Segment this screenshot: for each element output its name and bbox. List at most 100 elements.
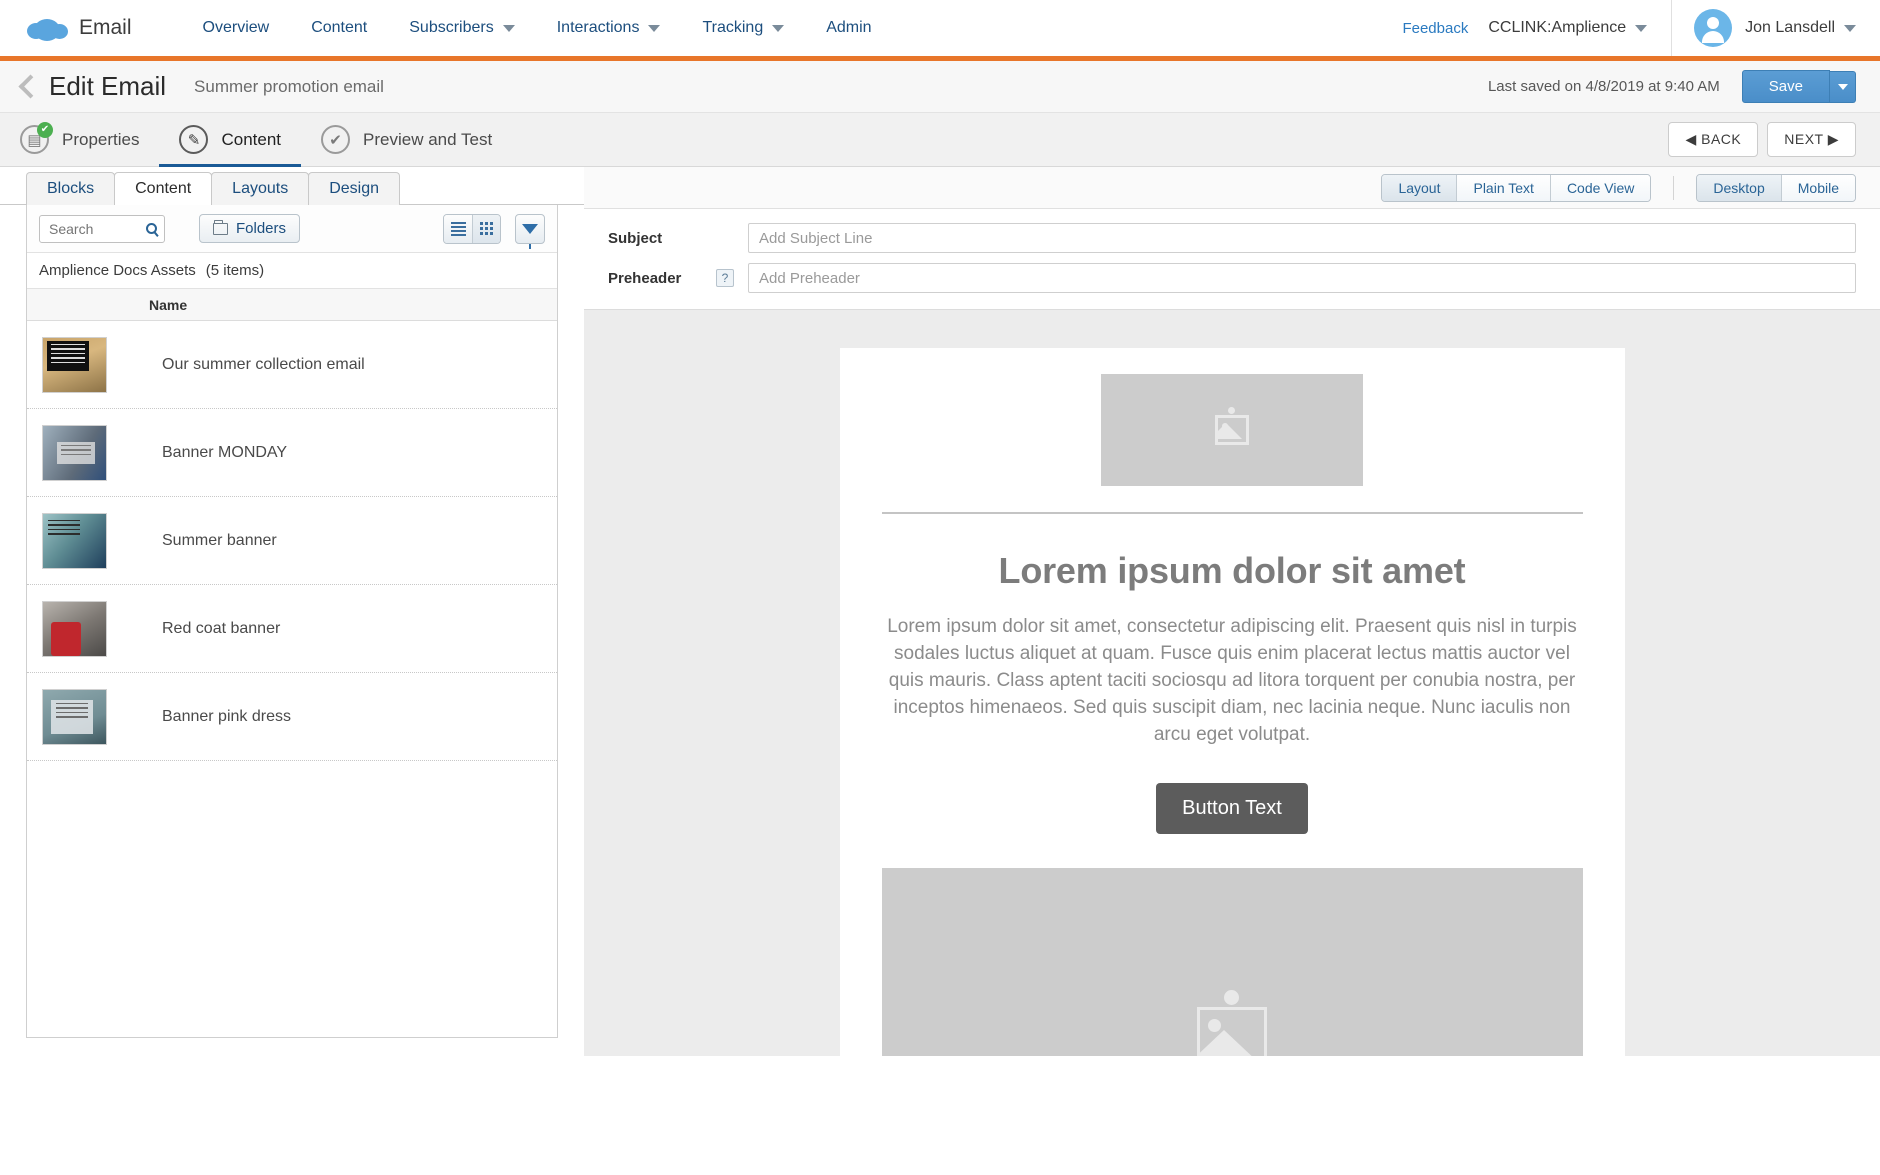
list-item[interactable]: Summer banner [27, 497, 557, 585]
next-button[interactable]: NEXT ▶ [1767, 122, 1856, 157]
page-subtitle: Summer promotion email [194, 76, 384, 96]
wizard-step-label: Properties [62, 129, 140, 149]
page-header-actions: Last saved on 4/8/2019 at 9:40 AM Save [1488, 70, 1880, 103]
device-mobile[interactable]: Mobile [1780, 174, 1855, 201]
grid-view-icon[interactable] [472, 214, 500, 243]
image-placeholder-top[interactable] [1101, 374, 1363, 486]
chevron-down-icon [502, 24, 515, 32]
wizard-step-properties[interactable]: ▤ ✔ Properties [0, 113, 159, 167]
tab-content[interactable]: Content [114, 172, 213, 205]
chevron-down-icon [1844, 24, 1856, 32]
brand[interactable]: Email [26, 14, 132, 42]
subject-row: Subject [608, 223, 1856, 253]
view-toggle [443, 213, 501, 244]
wizard-nav-buttons: ◀ BACK NEXT ▶ [1668, 122, 1880, 157]
save-button[interactable]: Save [1741, 70, 1830, 103]
email-cta-button[interactable]: Button Text [1156, 782, 1308, 834]
image-placeholder-bottom[interactable] [881, 867, 1583, 1056]
page-header: Edit Email Summer promotion email Last s… [0, 61, 1880, 113]
chevron-down-icon [772, 24, 785, 32]
email-editor-panel: Layout Plain Text Code View Desktop Mobi… [584, 167, 1880, 1056]
tab-layouts[interactable]: Layouts [211, 172, 310, 205]
search-input[interactable] [47, 219, 143, 238]
editor-toolbar: Layout Plain Text Code View Desktop Mobi… [584, 167, 1880, 209]
search-icon[interactable] [146, 223, 157, 234]
asset-name: Summer banner [162, 531, 277, 549]
toolbar-divider [1673, 175, 1675, 200]
email-body-text[interactable]: Lorem ipsum dolor sit amet, consectetur … [882, 614, 1583, 749]
asset-thumbnail [42, 688, 107, 745]
content-panel-body: Folders Amp [26, 205, 558, 1038]
nav-item-tracking[interactable]: Tracking [681, 0, 805, 56]
cloud-logo-icon [26, 14, 70, 42]
list-item[interactable]: Red coat banner [27, 585, 557, 673]
subject-preheader-form: Subject Preheader ? [584, 209, 1880, 310]
view-controls [443, 213, 545, 249]
folder-icon [213, 219, 228, 235]
wizard-step-content[interactable]: ✎ Content [159, 113, 301, 168]
check-badge-icon: ✔ [37, 122, 53, 138]
tab-label: Layouts [232, 180, 289, 197]
asset-thumbnail [42, 424, 107, 481]
asset-thumbnail [42, 336, 107, 393]
list-item[interactable]: Banner pink dress [27, 673, 557, 761]
save-dropdown-button[interactable] [1830, 70, 1856, 103]
tab-blocks[interactable]: Blocks [26, 172, 116, 205]
top-navigation-bar: Email Overview Content Subscribers Inter… [0, 0, 1880, 56]
view-mode-layout[interactable]: Layout [1382, 174, 1457, 201]
nav-item-label: Subscribers [409, 19, 494, 36]
view-mode-code-view[interactable]: Code View [1549, 174, 1651, 201]
wizard-step-preview-and-test[interactable]: ✔ Preview and Test [301, 113, 512, 167]
subject-input[interactable] [748, 223, 1856, 253]
user-name: Jon Lansdell [1745, 19, 1835, 36]
nav-item-label: Overview [202, 19, 270, 36]
divider [881, 512, 1583, 514]
top-nav-right: Feedback CCLINK:Amplience Jon Lansdell [1402, 0, 1880, 56]
list-item[interactable]: Banner MONDAY [27, 409, 557, 497]
folder-name: Amplience Docs Assets [39, 262, 196, 279]
help-icon[interactable]: ? [716, 269, 734, 287]
asset-thumbnail [42, 600, 107, 657]
nav-item-content[interactable]: Content [290, 0, 388, 56]
feedback-link[interactable]: Feedback [1402, 20, 1468, 37]
asset-list-header: Name [27, 289, 557, 321]
search-box[interactable] [39, 214, 165, 243]
chevron-down-icon [1837, 83, 1848, 90]
nav-item-admin[interactable]: Admin [805, 0, 892, 56]
asset-name: Red coat banner [162, 619, 281, 637]
preheader-row: Preheader ? [608, 263, 1856, 293]
device-toggle: Desktop Mobile [1696, 173, 1856, 202]
list-item[interactable]: Our summer collection email [27, 321, 557, 409]
folder-breadcrumb: Amplience Docs Assets (5 items) [27, 253, 557, 289]
back-arrow-icon[interactable] [17, 74, 37, 100]
chevron-down-icon [648, 24, 661, 32]
content-browser-panel: Blocks Content Layouts Design Folders [0, 167, 584, 1056]
device-desktop[interactable]: Desktop [1697, 174, 1781, 201]
email-heading[interactable]: Lorem ipsum dolor sit amet [882, 550, 1583, 592]
brand-name: Email [79, 16, 132, 39]
tab-design[interactable]: Design [308, 172, 401, 205]
nav-item-interactions[interactable]: Interactions [536, 0, 682, 56]
nav-item-subscribers[interactable]: Subscribers [388, 0, 535, 56]
pencil-icon: ✎ [179, 125, 209, 154]
page-title: Edit Email [49, 71, 167, 101]
check-icon: ✔ [321, 125, 351, 154]
asset-name: Banner pink dress [162, 707, 291, 725]
workspace: Blocks Content Layouts Design Folders [0, 167, 1880, 1056]
back-button[interactable]: ◀ BACK [1668, 122, 1759, 157]
folders-button[interactable]: Folders [199, 214, 301, 243]
filter-icon[interactable] [515, 213, 545, 249]
wizard-step-label: Content [221, 129, 282, 149]
subject-label: Subject [608, 229, 663, 247]
nav-item-label: Interactions [556, 19, 640, 36]
user-menu[interactable]: Jon Lansdell [1672, 9, 1880, 47]
nav-item-overview[interactable]: Overview [182, 0, 291, 56]
list-view-icon[interactable] [444, 214, 472, 243]
account-label: CCLINK:Amplience [1488, 19, 1627, 36]
preheader-input[interactable] [748, 263, 1856, 293]
account-switcher[interactable]: CCLINK:Amplience [1488, 19, 1671, 37]
wizard-step-label: Preview and Test [363, 129, 493, 149]
asset-thumbnail [42, 512, 107, 569]
view-mode-plain-text[interactable]: Plain Text [1456, 174, 1550, 201]
chevron-down-icon [1635, 24, 1648, 32]
